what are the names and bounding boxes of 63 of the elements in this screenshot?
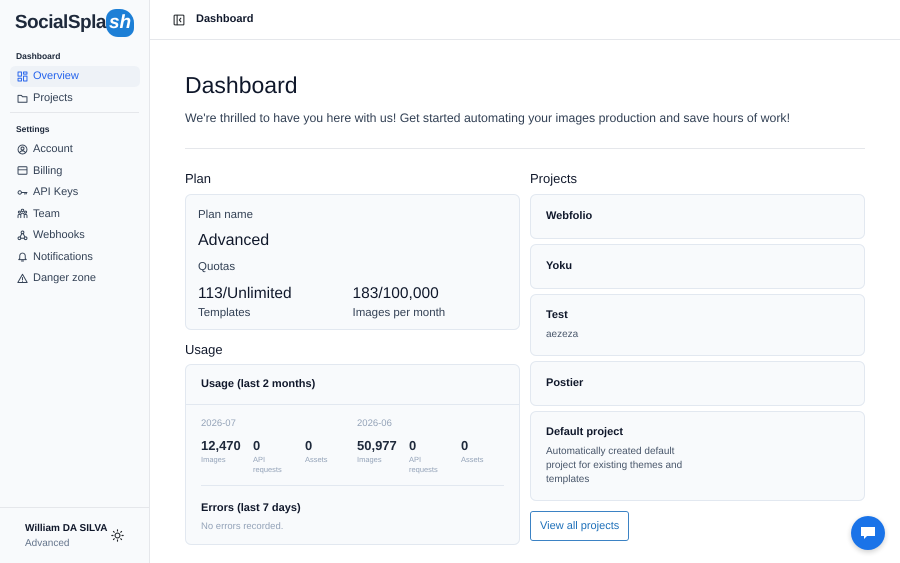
project-name: Default project (546, 425, 624, 440)
section-heading: Dashboard (15, 50, 62, 63)
chat-button[interactable] (851, 516, 885, 550)
project-card[interactable]: Yoku (530, 244, 865, 289)
sidebar-item[interactable]: Team (10, 203, 140, 224)
errors-title: Errors (last 7 days) (201, 500, 302, 516)
folder-icon (17, 92, 28, 104)
stat-value: 0 (305, 436, 314, 455)
project-card[interactable]: Postier (530, 360, 865, 406)
stat-value: 50,977 (357, 436, 398, 455)
sidebar-item[interactable]: API Keys (10, 182, 140, 203)
project-name: Webfolio (546, 208, 594, 224)
project-card[interactable]: Default project Automatically created default project for existing themes and templates (530, 410, 865, 501)
project-name: Yoku (546, 258, 574, 274)
logo[interactable]: SocialSplash (14, 6, 134, 40)
breadcrumb-title: Dashboard (196, 12, 254, 28)
errors-text: No errors recorded. (201, 520, 284, 534)
sidebar-item[interactable]: Billing (10, 160, 140, 182)
stat-value: 0 (253, 436, 262, 455)
month-label: 2026-06 (357, 416, 393, 431)
grid-icon (17, 71, 28, 82)
intro-text: We're thrilled to have you here with us! Get started automating your images production and save hours of work! (185, 110, 791, 127)
chat-icon (860, 526, 876, 540)
sidebar-item[interactable]: Projects (10, 87, 140, 109)
webhook-icon (17, 230, 28, 241)
project-description: aezeza (546, 328, 580, 342)
credit-card-icon (17, 165, 28, 176)
card-title: Usage (last 2 months) (186, 365, 519, 405)
sidebar-item[interactable]: Overview (10, 66, 140, 88)
month-label: 2026-07 (201, 416, 237, 431)
quota-value: 183/100,000 (352, 284, 440, 304)
project-description: Automatically created default project for existing themes and templates (546, 444, 684, 487)
stat-value: 12,470 (201, 436, 242, 455)
sidebar-item[interactable]: Webhooks (10, 224, 140, 246)
plan-name: Advanced (198, 230, 270, 251)
project-name: Postier (546, 376, 584, 391)
sidebar-item[interactable]: Danger zone (10, 268, 140, 289)
section-heading: Projects (530, 170, 578, 188)
team-icon (17, 208, 28, 220)
sidebar-toggle-icon[interactable] (173, 14, 185, 26)
page-title: Dashboard (185, 72, 299, 100)
view-all-button[interactable]: View all projects (530, 510, 630, 542)
stat-value: 0 (461, 436, 470, 455)
user-circle-icon (17, 144, 28, 155)
section-heading: Settings (15, 122, 51, 136)
project-name: Test (546, 308, 569, 324)
section-heading: Usage (185, 340, 224, 359)
quotas-label: Quotas (198, 260, 236, 275)
bell-icon (17, 251, 28, 262)
sidebar-item[interactable]: Account (10, 138, 140, 160)
warning-icon (17, 272, 28, 284)
plan-name-label: Plan name (198, 208, 254, 223)
theme-toggle-icon[interactable] (111, 529, 124, 542)
user-plan: Advanced (25, 536, 70, 550)
user-name: William DA SILVA (25, 522, 108, 536)
project-card[interactable]: Test aezeza (530, 294, 865, 356)
section-heading: Plan (185, 170, 212, 188)
stat-value: 0 (409, 436, 418, 455)
quota-label: Templates (198, 306, 252, 322)
quota-label: Images per month (352, 306, 446, 322)
quota-value: 113/Unlimited (198, 284, 293, 304)
sidebar-item[interactable]: Notifications (10, 246, 140, 268)
project-card[interactable]: Webfolio (530, 194, 865, 239)
